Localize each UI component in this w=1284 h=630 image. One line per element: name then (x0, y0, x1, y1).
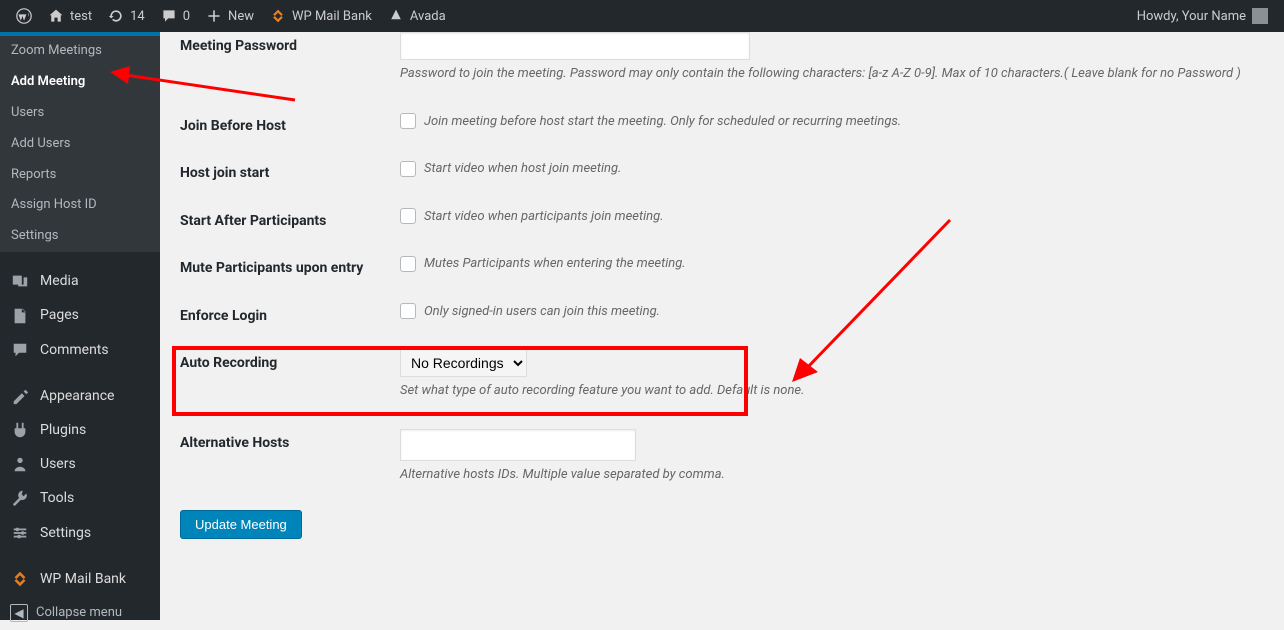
menu-plugins-label: Plugins (40, 421, 86, 439)
settings-icon (10, 524, 30, 542)
collapse-icon: ◀ (10, 604, 28, 622)
menu-settings[interactable]: Settings (0, 516, 160, 550)
wp-logo[interactable] (8, 0, 40, 32)
admin-bar-left: test 14 0 New WP Mail Bank Avada (8, 0, 454, 32)
media-icon (10, 272, 30, 290)
avada-label: Avada (410, 9, 446, 24)
site-title: test (70, 9, 92, 24)
new-label: New (228, 9, 254, 24)
meeting-password-desc: Password to join the meeting. Password m… (400, 64, 1250, 84)
join-before-label: Join Before Host (180, 112, 400, 134)
comments-icon (10, 341, 30, 359)
enforce-login-label: Enforce Login (180, 302, 400, 324)
menu-users-label: Users (40, 455, 76, 473)
plus-icon (206, 8, 222, 24)
submenu-assign-host[interactable]: Assign Host ID (0, 190, 160, 221)
submenu-add-meeting[interactable]: Add Meeting (0, 67, 160, 98)
update-icon (108, 8, 124, 24)
submenu-add-users[interactable]: Add Users (0, 129, 160, 160)
tools-icon (10, 489, 30, 507)
comments-count: 0 (183, 9, 190, 24)
update-meeting-button[interactable]: Update Meeting (180, 510, 302, 539)
enforce-login-desc: Only signed-in users can join this meeti… (424, 302, 660, 322)
join-before-checkbox[interactable] (400, 113, 416, 129)
avada-icon (388, 8, 404, 24)
menu-tools[interactable]: Tools (0, 481, 160, 515)
meeting-password-input[interactable] (400, 32, 750, 60)
alt-hosts-input[interactable] (400, 429, 636, 461)
menu-comments[interactable]: Comments (0, 333, 160, 367)
howdy-text: Howdy, Your Name (1137, 9, 1246, 24)
updates-count: 14 (130, 9, 145, 24)
menu-pages[interactable]: Pages (0, 298, 160, 332)
avatar-icon (1252, 8, 1268, 24)
plugins-icon (10, 421, 30, 439)
menu-settings-label: Settings (40, 524, 91, 542)
submenu-settings[interactable]: Settings (0, 221, 160, 252)
mute-desc: Mutes Participants when entering the mee… (424, 254, 686, 274)
pages-icon (10, 307, 30, 325)
comment-bubble-icon (161, 8, 177, 24)
menu-wp-mail-bank[interactable]: WP Mail Bank (0, 562, 160, 596)
host-join-desc: Start video when host join meeting. (424, 159, 621, 179)
host-join-checkbox[interactable] (400, 161, 416, 177)
wordpress-icon (16, 8, 32, 24)
new-content[interactable]: New (198, 0, 262, 32)
collapse-label: Collapse menu (36, 605, 122, 620)
home-icon (48, 8, 64, 24)
menu-wp-mail-bank-label: WP Mail Bank (40, 570, 126, 588)
menu-users[interactable]: Users (0, 447, 160, 481)
auto-recording-desc: Set what type of auto recording feature … (400, 381, 1264, 401)
comments[interactable]: 0 (153, 0, 198, 32)
join-before-desc: Join meeting before host start the meeti… (424, 112, 901, 132)
mute-label: Mute Participants upon entry (180, 254, 400, 276)
auto-recording-label: Auto Recording (180, 349, 400, 371)
mail-bank-icon (270, 8, 286, 24)
content-area: Meeting Password Password to join the me… (160, 32, 1284, 620)
alt-hosts-label: Alternative Hosts (180, 429, 400, 451)
mute-checkbox[interactable] (400, 256, 416, 272)
auto-recording-select[interactable]: No Recordings (400, 349, 527, 377)
menu-appearance-label: Appearance (40, 387, 114, 405)
avada-top[interactable]: Avada (380, 0, 454, 32)
start-after-checkbox[interactable] (400, 208, 416, 224)
menu-media[interactable]: Media (0, 264, 160, 298)
alt-hosts-desc: Alternative hosts IDs. Multiple value se… (400, 465, 1264, 485)
submenu-users[interactable]: Users (0, 98, 160, 129)
my-account[interactable]: Howdy, Your Name (1129, 0, 1276, 32)
collapse-menu[interactable]: ◀ Collapse menu (0, 596, 160, 630)
host-join-label: Host join start (180, 159, 400, 181)
mail-bank-menu-icon (10, 570, 30, 588)
admin-bar-right: Howdy, Your Name (1129, 0, 1276, 32)
menu-pages-label: Pages (40, 306, 79, 324)
menu-comments-label: Comments (40, 341, 109, 359)
menu-plugins[interactable]: Plugins (0, 413, 160, 447)
site-name[interactable]: test (40, 0, 100, 32)
menu-media-label: Media (40, 272, 79, 290)
submenu-zoom-meetings[interactable]: Zoom Meetings (0, 36, 160, 67)
meeting-password-label: Meeting Password (180, 32, 400, 54)
wp-mail-bank-top[interactable]: WP Mail Bank (262, 0, 380, 32)
wp-mail-bank-label: WP Mail Bank (292, 9, 372, 24)
menu-appearance[interactable]: Appearance (0, 379, 160, 413)
admin-bar: test 14 0 New WP Mail Bank Avada Howdy, … (0, 0, 1284, 32)
enforce-login-checkbox[interactable] (400, 303, 416, 319)
menu-tools-label: Tools (40, 489, 74, 507)
submenu-reports[interactable]: Reports (0, 160, 160, 191)
updates[interactable]: 14 (100, 0, 153, 32)
users-icon (10, 455, 30, 473)
start-after-desc: Start video when participants join meeti… (424, 207, 664, 227)
start-after-label: Start After Participants (180, 207, 400, 229)
admin-sidebar: Zoom Meetings Add Meeting Users Add User… (0, 32, 160, 620)
appearance-icon (10, 387, 30, 405)
